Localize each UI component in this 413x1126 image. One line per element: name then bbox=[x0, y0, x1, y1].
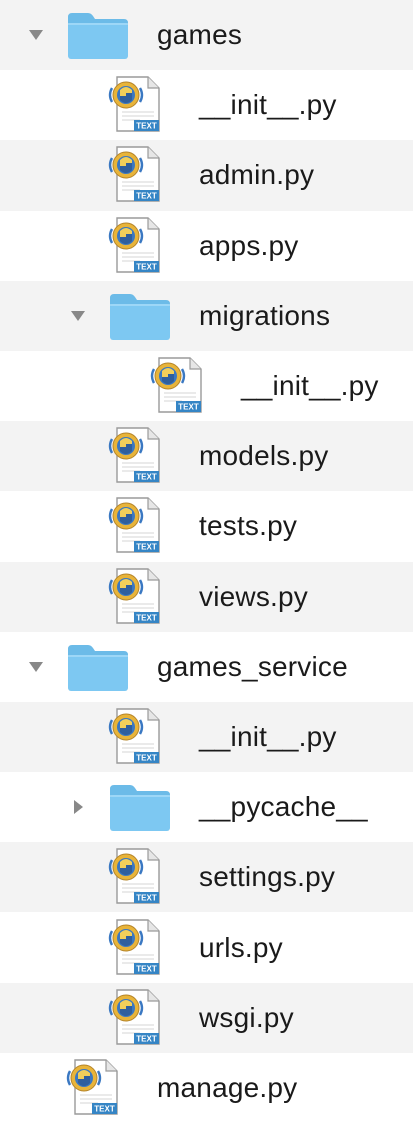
svg-text:TEXT: TEXT bbox=[136, 964, 157, 973]
folder-row-migrations[interactable]: migrations bbox=[0, 280, 413, 351]
disclosure-triangle-expanded-icon[interactable] bbox=[26, 657, 46, 677]
file-name-label: settings.py bbox=[199, 861, 336, 893]
file-name-label: admin.py bbox=[199, 159, 315, 191]
file-name-label: apps.py bbox=[199, 229, 299, 261]
folder-name-label: games bbox=[157, 19, 243, 51]
svg-text:TEXT: TEXT bbox=[136, 122, 157, 131]
file-row-urls-py[interactable]: TEXT urls.py bbox=[0, 912, 413, 982]
file-name-label: urls.py bbox=[199, 931, 283, 963]
file-name-label: manage.py bbox=[157, 1071, 298, 1103]
file-row-tests-py[interactable]: TEXT tests.py bbox=[0, 491, 413, 561]
folder-row-pycache[interactable]: __pycache__ bbox=[0, 772, 413, 842]
folder-icon bbox=[108, 290, 172, 342]
file-row-init-py[interactable]: TEXT __init__.py bbox=[0, 70, 413, 140]
file-name-label: __init__.py bbox=[199, 720, 337, 752]
folder-row-games-service[interactable]: games_service bbox=[0, 632, 413, 702]
disclosure-triangle-collapsed-icon[interactable] bbox=[68, 797, 88, 817]
python-file-icon: TEXT bbox=[106, 987, 168, 1049]
file-name-label: wsgi.py bbox=[199, 1001, 294, 1033]
python-file-icon: TEXT bbox=[106, 74, 168, 136]
folder-name-label: migrations bbox=[199, 299, 331, 331]
file-row-manage-py[interactable]: TEXT manage.py bbox=[0, 1053, 413, 1123]
folder-name-label: games_service bbox=[157, 650, 348, 682]
svg-text:TEXT: TEXT bbox=[136, 613, 157, 622]
python-file-icon: TEXT bbox=[106, 215, 168, 277]
python-file-icon: TEXT bbox=[106, 566, 168, 628]
file-row-admin-py[interactable]: TEXT admin.py bbox=[0, 140, 413, 211]
svg-text:TEXT: TEXT bbox=[136, 894, 157, 903]
svg-text:TEXT: TEXT bbox=[94, 1104, 115, 1113]
svg-text:TEXT: TEXT bbox=[136, 753, 157, 762]
folder-icon bbox=[66, 9, 130, 61]
python-file-icon: TEXT bbox=[148, 355, 210, 417]
svg-text:TEXT: TEXT bbox=[136, 192, 157, 201]
python-file-icon: TEXT bbox=[64, 1057, 126, 1119]
file-row-models-py[interactable]: TEXT models.py bbox=[0, 421, 413, 492]
folder-name-label: __pycache__ bbox=[199, 791, 368, 823]
disclosure-triangle-expanded-icon[interactable] bbox=[68, 306, 88, 326]
svg-text:TEXT: TEXT bbox=[136, 1034, 157, 1043]
file-row-apps-py[interactable]: TEXT apps.py bbox=[0, 211, 413, 281]
folder-row-games[interactable]: games bbox=[0, 0, 413, 71]
python-file-icon: TEXT bbox=[106, 425, 168, 487]
svg-text:TEXT: TEXT bbox=[136, 543, 157, 552]
file-name-label: tests.py bbox=[199, 510, 298, 542]
svg-text:TEXT: TEXT bbox=[178, 403, 199, 412]
python-file-icon: TEXT bbox=[106, 144, 168, 206]
file-row-views-py[interactable]: TEXT views.py bbox=[0, 561, 413, 632]
file-row-wsgi-py[interactable]: TEXT wsgi.py bbox=[0, 982, 413, 1053]
file-row-settings-py[interactable]: TEXT settings.py bbox=[0, 842, 413, 913]
python-file-icon: TEXT bbox=[106, 917, 168, 979]
svg-text:TEXT: TEXT bbox=[136, 262, 157, 271]
file-name-label: views.py bbox=[199, 580, 308, 612]
file-name-label: __init__.py bbox=[199, 89, 337, 121]
file-row-init-py[interactable]: TEXT __init__.py bbox=[0, 701, 413, 773]
python-file-icon: TEXT bbox=[106, 846, 168, 908]
file-tree: games TEXT __init__.py TEXT admin.py TEXT apps… bbox=[0, 0, 413, 1123]
file-row-init-py[interactable]: TEXT __init__.py bbox=[0, 351, 413, 421]
file-name-label: __init__.py bbox=[241, 370, 379, 402]
disclosure-triangle-expanded-icon[interactable] bbox=[26, 25, 46, 45]
svg-text:TEXT: TEXT bbox=[136, 473, 157, 482]
python-file-icon: TEXT bbox=[106, 495, 168, 557]
python-file-icon: TEXT bbox=[106, 706, 168, 768]
file-name-label: models.py bbox=[199, 440, 329, 472]
folder-icon bbox=[66, 641, 130, 693]
folder-icon bbox=[108, 781, 172, 833]
